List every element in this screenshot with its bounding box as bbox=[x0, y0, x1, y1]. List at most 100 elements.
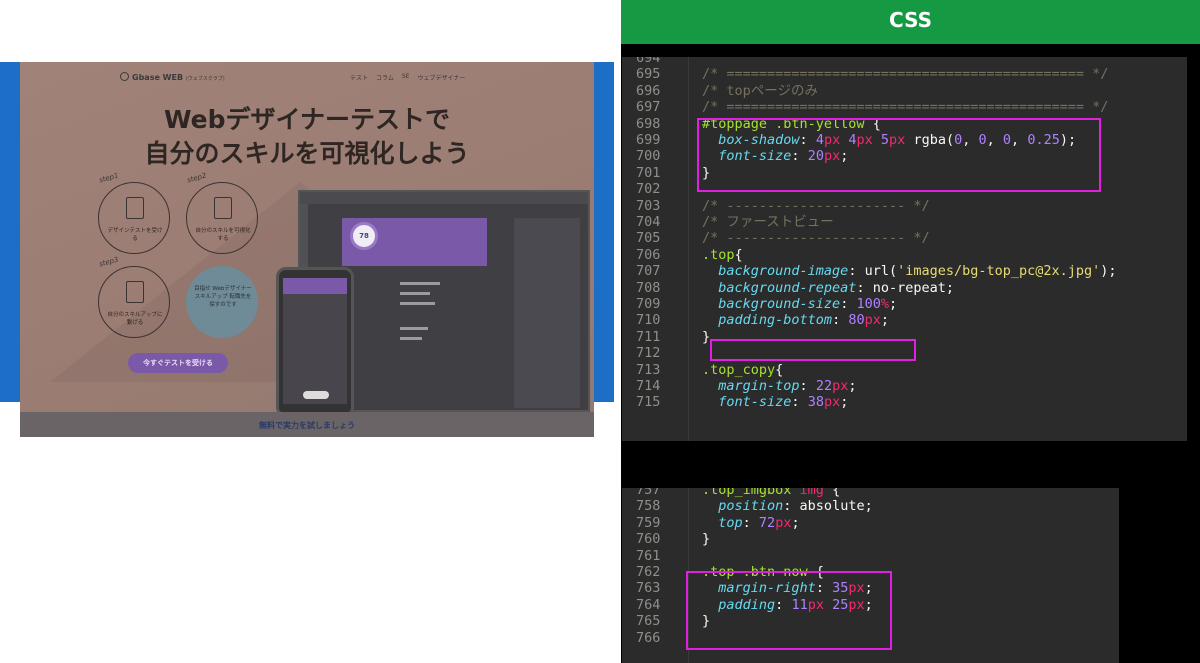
code-line: 704 /* ファーストビュー bbox=[622, 214, 1187, 230]
goal-text: 目指せ Webデザイナー スキルアップ 転職先を 探すのです bbox=[194, 286, 252, 308]
step-1-circle: step1 デザインテストを受ける bbox=[98, 172, 170, 254]
mockup-right-panel bbox=[514, 218, 580, 408]
line-number: 694 bbox=[636, 57, 661, 66]
take-test-button[interactable]: 今すぐテストを受ける bbox=[128, 353, 228, 373]
phone-button bbox=[303, 391, 329, 399]
code-editor-top: 694 695 /* ===============================… bbox=[622, 57, 1187, 441]
line-number: 714 bbox=[636, 378, 661, 394]
line-number: 699 bbox=[636, 132, 661, 148]
line-number: 713 bbox=[636, 361, 661, 378]
line-number: 760 bbox=[636, 531, 661, 548]
browser-bar bbox=[300, 192, 588, 204]
code-text: /* =====================================… bbox=[702, 66, 1109, 83]
line-number: 708 bbox=[636, 279, 661, 296]
code-line: 714 margin-top: 22px; bbox=[622, 378, 1187, 394]
code-text: font-size: 20px; bbox=[718, 148, 849, 165]
report-icon bbox=[214, 197, 232, 219]
code-line: 706 .top{ bbox=[622, 247, 1187, 263]
code-line: 757 .top_imgbox img { bbox=[622, 488, 1119, 498]
code-line: 698 #toppage .btn-yellow { bbox=[622, 116, 1187, 132]
line-number: 712 bbox=[636, 345, 661, 362]
line-number: 759 bbox=[636, 514, 661, 531]
line-number: 696 bbox=[636, 82, 661, 99]
code-text: padding: 11px 25px; bbox=[718, 596, 873, 613]
progress-row bbox=[400, 302, 435, 305]
code-line: 713 .top_copy{ bbox=[622, 362, 1187, 378]
code-text: /* ---------------------- */ bbox=[702, 197, 930, 214]
code-text: /* ---------------------- */ bbox=[702, 230, 930, 247]
code-line: 762 .top .btn-now { bbox=[622, 564, 1119, 580]
nav-link[interactable]: SE bbox=[402, 73, 410, 82]
progress-row bbox=[400, 337, 422, 340]
logo-icon bbox=[120, 72, 129, 81]
step-2-circle: step2 自分のスキルを可視化する bbox=[186, 172, 258, 254]
site-screenshot: Gbase WEB (ウェブスクラブ) テスト コラム SE ウェブデザイナー … bbox=[20, 62, 594, 437]
line-number: 706 bbox=[636, 246, 661, 263]
code-text: top: 72px; bbox=[718, 514, 800, 531]
website-preview: Gbase WEB (ウェブスクラブ) テスト コラム SE ウェブデザイナー … bbox=[0, 0, 620, 663]
phone-mockup bbox=[276, 267, 354, 417]
step-3-circle: step3 自分のスキルアップに繋げる bbox=[98, 256, 170, 338]
progress-row bbox=[400, 292, 430, 295]
nav-link[interactable]: ウェブデザイナー bbox=[417, 73, 465, 82]
code-line: 709 background-size: 100%; bbox=[622, 296, 1187, 312]
css-panel-title: CSS bbox=[621, 0, 1200, 44]
line-number: 698 bbox=[636, 115, 661, 132]
line-number: 700 bbox=[636, 148, 661, 165]
code-text: font-size: 38px; bbox=[718, 394, 849, 411]
code-line: 764 padding: 11px 25px; bbox=[622, 597, 1119, 613]
line-number: 704 bbox=[636, 214, 661, 230]
code-text: box-shadow: 4px 4px 5px rgba(0, 0, 0, 0.… bbox=[718, 132, 1077, 148]
site-bottom-band: 無料で実力を試しましょう bbox=[20, 412, 594, 437]
line-number: 697 bbox=[636, 99, 661, 116]
line-number: 758 bbox=[636, 498, 661, 515]
code-line: 708 background-repeat: no-repeat; bbox=[622, 280, 1187, 296]
code-line: 766 bbox=[622, 630, 1119, 646]
code-line: 700 font-size: 20px; bbox=[622, 148, 1187, 164]
code-line: 707 background-image: url('images/bg-top… bbox=[622, 263, 1187, 279]
logo-text: Gbase WEB bbox=[132, 73, 184, 82]
line-number: 764 bbox=[636, 596, 661, 613]
nav-link[interactable]: コラム bbox=[376, 73, 394, 82]
site-header: Gbase WEB (ウェブスクラブ) テスト コラム SE ウェブデザイナー bbox=[20, 72, 594, 88]
phone-screen bbox=[283, 278, 347, 404]
code-line: 758 position: absolute; bbox=[622, 498, 1119, 514]
logo-sub: (ウェブスクラブ) bbox=[185, 76, 225, 82]
line-number: 766 bbox=[636, 629, 661, 646]
line-number: 757 bbox=[636, 488, 661, 498]
code-editor-bottom: 757 .top_imgbox img {758 position: absolu… bbox=[622, 488, 1119, 663]
code-line: 760} bbox=[622, 531, 1119, 547]
code-text: /* ファーストビュー bbox=[702, 214, 834, 230]
nav-link[interactable]: テスト bbox=[350, 73, 368, 82]
line-number: 702 bbox=[636, 181, 661, 198]
goal-circle: 目指せ Webデザイナー スキルアップ 転職先を 探すのです bbox=[186, 266, 258, 338]
site-logo[interactable]: Gbase WEB (ウェブスクラブ) bbox=[120, 72, 225, 82]
hero-headline-line2: 自分のスキルを可視化しよう bbox=[144, 139, 470, 168]
line-number: 761 bbox=[636, 547, 661, 564]
code-line: 710 padding-bottom: 80px; bbox=[622, 312, 1187, 328]
line-number: 707 bbox=[636, 263, 661, 280]
code-text: } bbox=[702, 613, 711, 630]
phone-header bbox=[283, 278, 347, 294]
code-text: /* topページのみ bbox=[702, 82, 818, 99]
line-number: 709 bbox=[636, 296, 661, 312]
line-number: 762 bbox=[636, 564, 661, 580]
code-text: padding-bottom: 80px; bbox=[718, 312, 889, 329]
code-line: 696 /* topページのみ bbox=[622, 83, 1187, 99]
step-text: 自分のスキルアップに繋げる bbox=[107, 312, 163, 326]
code-line: 761 bbox=[622, 548, 1119, 564]
code-text: } bbox=[702, 164, 711, 181]
code-line: 699 box-shadow: 4px 4px 5px rgba(0, 0, 0… bbox=[622, 132, 1187, 148]
code-text: position: absolute; bbox=[718, 498, 873, 515]
line-number: 715 bbox=[636, 394, 661, 411]
code-line: 701} bbox=[622, 165, 1187, 181]
code-text: background-image: url('images/bg-top_pc@… bbox=[718, 263, 1117, 280]
bar-chart-icon bbox=[126, 281, 144, 303]
code-text: /* =====================================… bbox=[702, 99, 1109, 116]
code-text: #toppage .btn-yellow { bbox=[702, 115, 881, 132]
score-circle: 78 bbox=[350, 222, 378, 250]
code-text: .top_copy{ bbox=[702, 361, 784, 378]
line-number: 763 bbox=[636, 580, 661, 597]
code-line: 694 bbox=[622, 57, 1187, 66]
code-text: margin-right: 35px; bbox=[718, 580, 873, 597]
